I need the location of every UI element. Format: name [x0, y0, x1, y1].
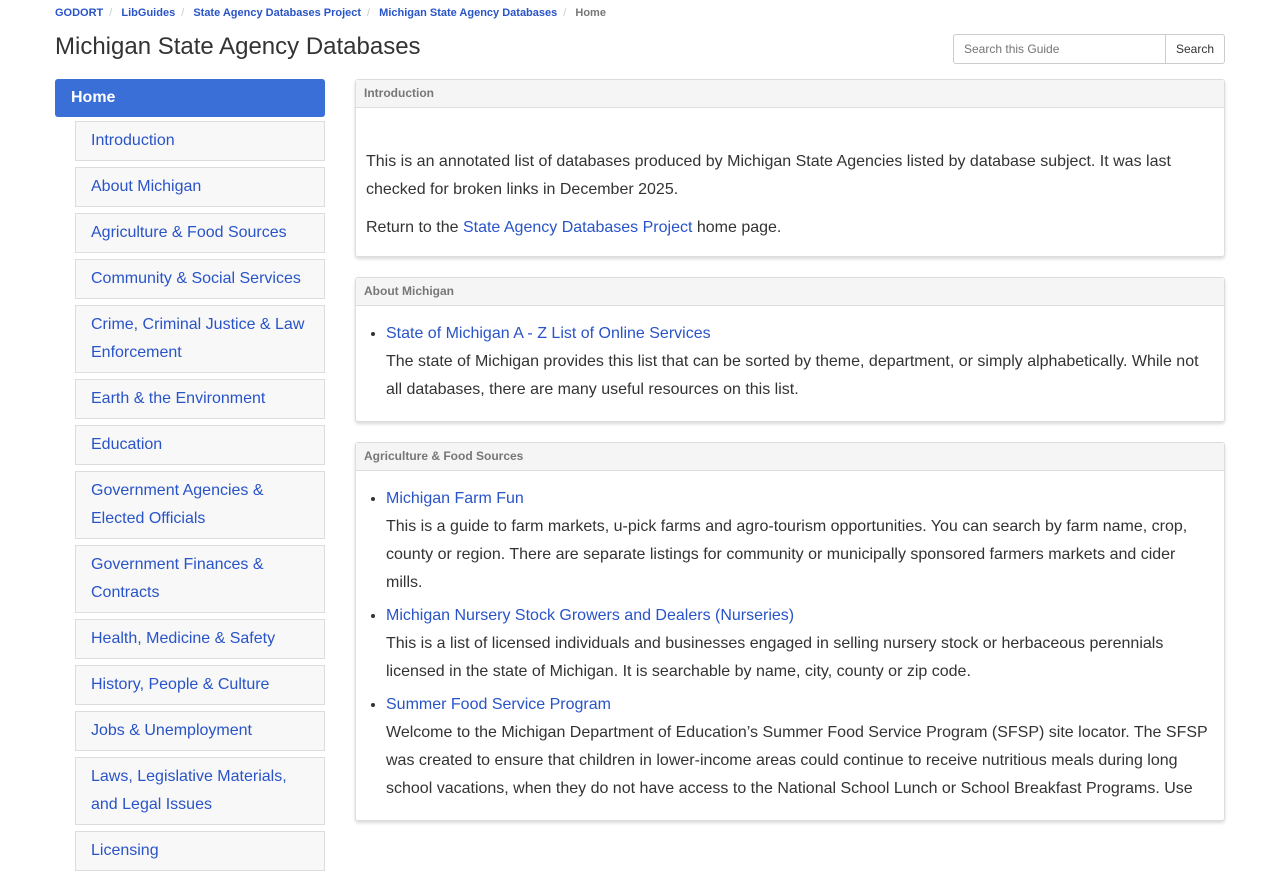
search-form: Search — [953, 34, 1226, 64]
sidebar-item-link[interactable]: Jobs & Unemployment — [91, 722, 252, 739]
sidebar-item[interactable]: Community & Social Services — [75, 259, 325, 299]
resource-description: This is a guide to farm markets, u-pick … — [386, 518, 1188, 591]
sidebar-item-link[interactable]: History, People & Culture — [91, 676, 269, 693]
text: home page. — [692, 219, 782, 236]
search-button[interactable]: Search — [1166, 34, 1226, 64]
sidebar-item[interactable]: Introduction — [75, 121, 325, 161]
page-title: Michigan State Agency Databases — [55, 33, 421, 60]
sidebar-item[interactable]: Laws, Legislative Materials, and Legal I… — [75, 757, 325, 825]
breadcrumb-guide[interactable]: Michigan State Agency Databases — [379, 7, 557, 19]
resource-description: The state of Michigan provides this list… — [386, 353, 1199, 398]
resource-description: This is a list of licensed individuals a… — [386, 635, 1164, 680]
panel-agriculture: Agriculture & Food Sources Michigan Farm… — [355, 442, 1225, 821]
sidebar-item-link[interactable]: Introduction — [91, 132, 175, 149]
resource-description: Welcome to the Michigan Department of Ed… — [386, 724, 1208, 797]
sidebar-item[interactable]: About Michigan — [75, 167, 325, 207]
sidebar-item-link[interactable]: About Michigan — [91, 178, 201, 195]
separator: / — [367, 7, 371, 19]
sidebar-item-link[interactable]: Agriculture & Food Sources — [91, 224, 287, 241]
separator: / — [181, 7, 185, 19]
breadcrumb-libguides[interactable]: LibGuides — [121, 7, 175, 19]
sidebar-item-link[interactable]: Earth & the Environment — [91, 390, 265, 407]
breadcrumb-godort[interactable]: GODORT — [55, 7, 103, 19]
intro-text: This is an annotated list of databases p… — [366, 153, 1171, 198]
sidebar-item[interactable]: Jobs & Unemployment — [75, 711, 325, 751]
panel-header: Introduction — [356, 80, 1224, 108]
sidebar-item[interactable]: Education — [75, 425, 325, 465]
sidebar-item[interactable]: Earth & the Environment — [75, 379, 325, 419]
breadcrumb-project[interactable]: State Agency Databases Project — [193, 7, 361, 19]
resource-link[interactable]: State of Michigan A - Z List of Online S… — [386, 325, 711, 342]
resource-link[interactable]: Summer Food Service Program — [386, 696, 611, 713]
sidebar-item-link[interactable]: Laws, Legislative Materials, and Legal I… — [91, 768, 287, 813]
main-content: Introduction This is an annotated list o… — [355, 79, 1225, 841]
panel-introduction: Introduction This is an annotated list o… — [355, 79, 1225, 257]
project-link[interactable]: State Agency Databases Project — [463, 219, 692, 236]
resource-list: Michigan Farm Fun This is a guide to farm… — [366, 485, 1214, 803]
separator: / — [563, 7, 567, 19]
sidebar-item[interactable]: Health, Medicine & Safety — [75, 619, 325, 659]
sidebar-item[interactable]: Crime, Criminal Justice & Law Enforcemen… — [75, 305, 325, 373]
text: Return to the — [366, 219, 463, 236]
resource-link[interactable]: Michigan Farm Fun — [386, 490, 524, 507]
resource-list: State of Michigan A - Z List of Online S… — [366, 320, 1214, 404]
list-item: State of Michigan A - Z List of Online S… — [386, 320, 1214, 404]
sidebar-item[interactable]: Agriculture & Food Sources — [75, 213, 325, 253]
list-item: Michigan Nursery Stock Growers and Deale… — [386, 602, 1214, 686]
separator: / — [109, 7, 113, 19]
sidebar-item-link[interactable]: Government Agencies & Elected Officials — [91, 482, 264, 527]
sidebar-item-link[interactable]: Crime, Criminal Justice & Law Enforcemen… — [91, 316, 304, 361]
sidebar-item-link[interactable]: Government Finances & Contracts — [91, 556, 264, 601]
sidebar-item-link[interactable]: Licensing — [91, 842, 159, 859]
list-item: Michigan Farm Fun This is a guide to farm… — [386, 485, 1214, 597]
sidebar-item-link[interactable]: Community & Social Services — [91, 270, 301, 287]
sidebar-item-link[interactable]: Education — [91, 436, 162, 453]
resource-link[interactable]: Michigan Nursery Stock Growers and Deale… — [386, 607, 794, 624]
search-input[interactable] — [953, 34, 1166, 64]
panel-about-michigan: About Michigan State of Michigan A - Z L… — [355, 277, 1225, 422]
sidebar-item[interactable]: Government Agencies & Elected Officials — [75, 471, 325, 539]
sidebar-item[interactable]: History, People & Culture — [75, 665, 325, 705]
sidebar: Home Introduction About Michigan Agricultu… — [55, 79, 325, 877]
sidebar-item-link[interactable]: Health, Medicine & Safety — [91, 630, 275, 647]
sidebar-item[interactable]: Licensing — [75, 831, 325, 871]
list-item: Summer Food Service Program Welcome to th… — [386, 691, 1214, 803]
panel-header: Agriculture & Food Sources — [356, 443, 1224, 471]
panel-header: About Michigan — [356, 278, 1224, 306]
sidebar-home[interactable]: Home — [55, 79, 325, 117]
sidebar-item[interactable]: Government Finances & Contracts — [75, 545, 325, 613]
return-text: Return to the State Agency Databases Pro… — [366, 214, 1214, 242]
breadcrumb-current: Home — [575, 7, 606, 19]
breadcrumb: GODORT / LibGuides / State Agency Database… — [55, 7, 606, 19]
